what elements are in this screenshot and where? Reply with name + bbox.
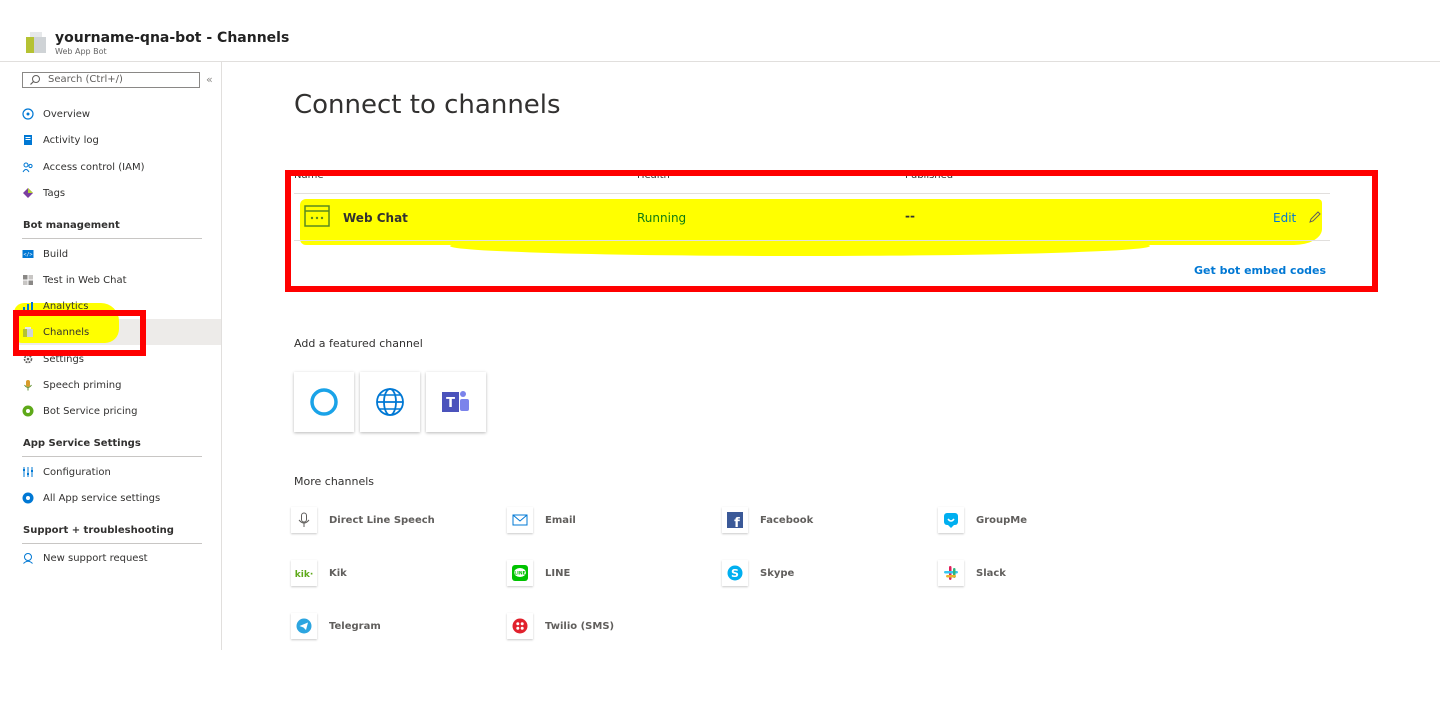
- code-icon: </>: [22, 250, 34, 258]
- sidebar-item-tags[interactable]: Tags: [22, 182, 202, 204]
- section-title-bot-management: Bot management: [23, 220, 120, 231]
- sidebar-item-configuration[interactable]: Configuration: [22, 461, 202, 483]
- sidebar-item-build[interactable]: </> Build: [22, 243, 202, 265]
- cortana-icon: [310, 388, 338, 416]
- twilio-icon: [512, 618, 528, 634]
- line-icon: LINE: [512, 565, 528, 581]
- sidebar-search-input[interactable]: Search (Ctrl+/): [22, 72, 200, 88]
- support-icon: [23, 553, 33, 564]
- facebook-icon: f: [727, 512, 743, 529]
- microphone-icon: [24, 380, 32, 391]
- svg-text:S: S: [731, 567, 739, 580]
- microphone-icon: [298, 512, 310, 527]
- channel-line[interactable]: LINE LINE: [507, 558, 570, 588]
- email-icon: [512, 514, 528, 526]
- channel-skype[interactable]: S Skype: [722, 558, 794, 588]
- channel-groupme[interactable]: GroupMe: [938, 505, 1027, 535]
- sliders-icon: [23, 467, 33, 477]
- section-title-app-service: App Service Settings: [23, 438, 141, 449]
- annotation-box-channels: [13, 310, 146, 356]
- telegram-icon: [296, 618, 312, 634]
- section-divider: [22, 456, 202, 457]
- people-icon: [22, 162, 33, 173]
- sidebar-item-overview[interactable]: Overview: [22, 103, 202, 125]
- channel-email[interactable]: Email: [507, 505, 576, 535]
- sidebar-item-new-support-request[interactable]: New support request: [22, 547, 202, 569]
- collapse-sidebar-button[interactable]: «: [206, 73, 213, 86]
- svg-text:T: T: [446, 396, 455, 411]
- sidebar-item-all-app-service-settings[interactable]: All App service settings: [22, 487, 202, 509]
- svg-text:kik·: kik·: [295, 570, 313, 580]
- globe-icon: [376, 388, 404, 416]
- section-title-support: Support + troubleshooting: [23, 525, 174, 536]
- sidebar-divider: [221, 62, 222, 650]
- section-divider: [22, 238, 202, 239]
- header-divider: [0, 61, 1440, 62]
- skype-icon: S: [727, 565, 743, 581]
- channel-kik[interactable]: kik· Kik: [291, 558, 347, 588]
- sidebar-item-bot-service-pricing[interactable]: Bot Service pricing: [22, 400, 202, 422]
- sidebar-item-access-control[interactable]: Access control (IAM): [22, 156, 202, 178]
- channel-twilio-sms[interactable]: Twilio (SMS): [507, 611, 614, 641]
- channel-facebook[interactable]: f Facebook: [722, 505, 813, 535]
- directline-channel-tile[interactable]: [360, 372, 420, 432]
- pricing-icon: [22, 405, 34, 417]
- channel-telegram[interactable]: Telegram: [291, 611, 381, 641]
- overview-icon: [22, 108, 34, 120]
- annotation-box-table: [285, 170, 1378, 292]
- tag-icon: [23, 188, 33, 198]
- svg-text:f: f: [734, 516, 740, 529]
- channel-direct-line-speech[interactable]: Direct Line Speech: [291, 505, 435, 535]
- channel-slack[interactable]: Slack: [938, 558, 1006, 588]
- grid-icon: [23, 275, 33, 285]
- page-header-title: yourname-qna-bot - Channels: [55, 30, 290, 46]
- activity-log-icon: [24, 135, 32, 145]
- more-channels-title: More channels: [294, 475, 375, 488]
- page-title: Connect to channels: [294, 90, 561, 120]
- slack-icon: [944, 566, 958, 580]
- groupme-icon: [944, 513, 958, 528]
- search-icon: [30, 75, 40, 85]
- teams-icon: T: [442, 391, 469, 412]
- bot-resource-icon: [24, 30, 48, 54]
- sidebar-item-speech-priming[interactable]: Speech priming: [22, 374, 202, 396]
- sidebar-item-test-web-chat[interactable]: Test in Web Chat: [22, 269, 202, 291]
- cortana-channel-tile[interactable]: [294, 372, 354, 432]
- sidebar-item-activity-log[interactable]: Activity log: [22, 129, 202, 151]
- kik-icon: kik·: [295, 570, 313, 580]
- section-divider: [22, 543, 202, 544]
- globe-gear-icon: [22, 492, 34, 504]
- page-header-subtitle: Web App Bot: [55, 47, 107, 56]
- search-placeholder: Search (Ctrl+/): [48, 74, 123, 85]
- teams-channel-tile[interactable]: T: [426, 372, 486, 432]
- svg-text:LINE: LINE: [514, 571, 525, 577]
- svg-text:</>: </>: [23, 252, 32, 258]
- featured-channels-title: Add a featured channel: [294, 337, 423, 350]
